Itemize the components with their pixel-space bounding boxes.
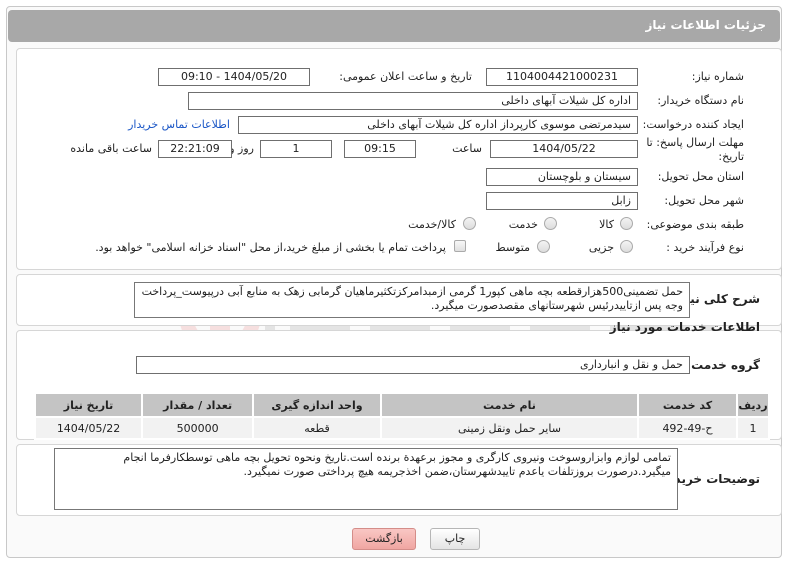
city-label: شهر محل تحویل: [664,194,744,207]
category-option-goods: کالا [599,218,614,231]
col-code: کد خدمت [637,392,738,418]
cell-code: ح-49-492 [637,416,738,440]
category-option-goods-service: کالا/خدمت [408,218,456,231]
back-button[interactable]: بازگشت [352,528,416,550]
remaining-time-field[interactable]: 22:21:09 [158,140,232,158]
province-label: استان محل تحویل: [657,170,744,183]
buyer-contact-link[interactable]: اطلاعات تماس خریدار [128,118,230,131]
category-label: طبقه بندی موضوعی: [646,218,744,231]
deadline-time-field[interactable]: 09:15 [344,140,416,158]
page-title: جزئیات اطلاعات نیاز [645,18,766,32]
process-label: نوع فرآیند خرید : [666,241,744,254]
buyer-org-field[interactable]: اداره کل شیلات آبهای داخلی [188,92,638,110]
cell-name: سایر حمل ونقل زمینی [379,416,640,440]
table-row: 1 ح-49-492 سایر حمل ونقل زمینی قطعه 5000… [33,416,771,440]
days-remaining-field[interactable]: 1 [260,140,332,158]
buyer-org-label: نام دستگاه خریدار: [657,94,744,107]
deadline-date-field[interactable]: 1404/05/22 [490,140,638,158]
need-number-field[interactable]: 1104004421000231 [486,68,638,86]
buyer-notes-textarea[interactable]: تمامی لوازم وابزاروسوخت ونیروی کارگری و … [54,448,678,510]
process-option-minor: جزیی [588,241,614,254]
process-radio-minor[interactable] [620,240,633,253]
creator-field[interactable]: سیدمرتضی موسوی کارپرداز اداره کل شیلات آ… [238,116,638,134]
cell-row: 1 [735,416,771,440]
print-button[interactable]: چاپ [430,528,480,550]
services-section-title: اطلاعات خدمات مورد نیاز [609,320,760,334]
category-option-service: خدمت [508,218,538,231]
remaining-label: ساعت باقی مانده [70,142,152,155]
creator-label: ایجاد کننده درخواست: [642,118,744,131]
province-field[interactable]: سیستان و بلوچستان [486,168,638,186]
service-group-field[interactable]: حمل و نقل و انبارداری [136,356,690,374]
category-radio-goods-service[interactable] [463,217,476,230]
services-table: ردیف کد خدمت نام خدمت واحد اندازه گیری ت… [33,392,771,440]
treasury-payment-checkbox[interactable] [454,240,466,252]
category-radio-service[interactable] [544,217,557,230]
days-label: روز و [229,142,254,155]
col-quantity: تعداد / مقدار [141,392,255,418]
category-radio-goods[interactable] [620,217,633,230]
treasury-payment-note: پرداخت تمام یا بخشی از مبلغ خرید،از محل … [95,241,446,254]
col-name: نام خدمت [379,392,640,418]
deadline-time-label: ساعت [452,142,482,155]
deadline-label: مهلت ارسال پاسخ: تا تاریخ: [646,136,744,163]
cell-unit: قطعه [252,416,382,440]
col-unit: واحد اندازه گیری [252,392,382,418]
services-table-header: ردیف کد خدمت نام خدمت واحد اندازه گیری ت… [33,392,771,418]
need-number-label: شماره نیاز: [691,70,744,83]
announce-label: تاریخ و ساعت اعلان عمومی: [339,70,472,83]
process-radio-medium[interactable] [537,240,550,253]
page-header: جزئیات اطلاعات نیاز [8,10,780,42]
col-date: تاریخ نیاز [33,392,144,418]
announce-field[interactable]: 1404/05/20 - 09:10 [158,68,310,86]
cell-date: 1404/05/22 [33,416,144,440]
col-row: ردیف [735,392,771,418]
cell-quantity: 500000 [141,416,255,440]
service-group-label: گروه خدمت: [686,358,760,372]
description-textarea[interactable]: حمل تضمینی500هزارقطعه بچه ماهی کپور1 گرم… [134,282,690,318]
process-option-medium: متوسط [495,241,530,254]
city-field[interactable]: زابل [486,192,638,210]
